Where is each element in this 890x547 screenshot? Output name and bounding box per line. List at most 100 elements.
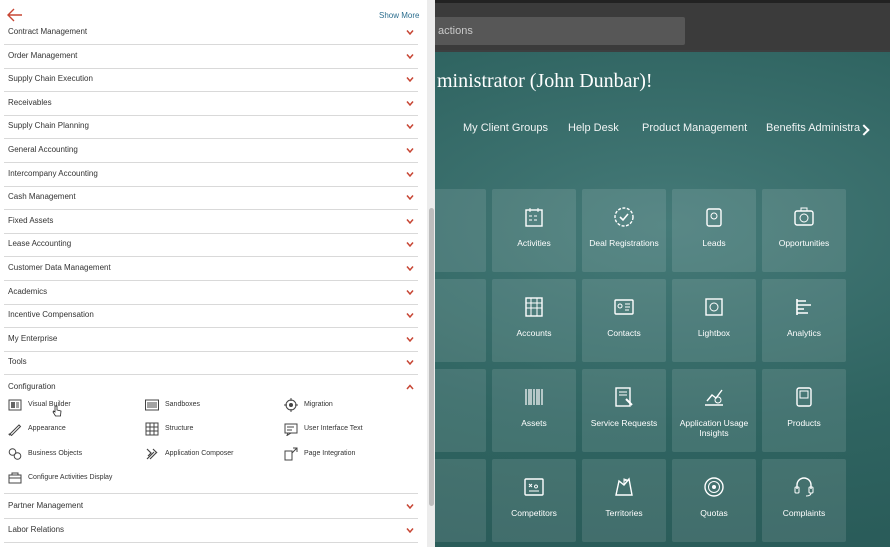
- tile-label: Leads: [702, 238, 726, 248]
- usage-insights-icon: [705, 389, 723, 406]
- territories-icon: [615, 477, 633, 496]
- tab-help-desk[interactable]: Help Desk: [568, 122, 619, 134]
- chevron-down-icon: [406, 266, 414, 271]
- section-label: Configuration: [8, 382, 56, 391]
- tile-usage-insights[interactable]: Application Usage Insights: [672, 369, 756, 452]
- section-label: Order Management: [8, 50, 78, 60]
- section-label: Contract Management: [8, 27, 88, 36]
- accounts-icon: [525, 297, 543, 317]
- contacts-icon: [614, 299, 634, 315]
- tile-assets[interactable]: Assets: [492, 369, 576, 452]
- tile-label: Opportunities: [778, 238, 830, 248]
- section-label: Supply Chain Execution: [8, 74, 93, 84]
- search-input[interactable]: actions: [428, 17, 685, 45]
- tile-label: Application Usage Insights: [679, 418, 749, 438]
- section-incentive-compensation[interactable]: Incentive Compensation: [4, 304, 418, 329]
- section-label: Labor Relations: [8, 525, 65, 534]
- section-label: Incentive Compensation: [8, 310, 94, 320]
- lightbox-icon: [705, 298, 723, 316]
- section-label: Supply Chain Planning: [8, 121, 89, 131]
- activities-icon: [525, 208, 543, 227]
- tile-contacts[interactable]: Contacts: [582, 279, 666, 362]
- drawer-scrollbar-thumb[interactable]: [429, 208, 434, 506]
- nav-tabs: My Client Groups Help Desk Product Manag…: [437, 122, 877, 140]
- tile-opportunities[interactable]: Opportunities: [762, 189, 846, 272]
- application-composer-icon: [146, 448, 158, 460]
- tile-territories[interactable]: Territories: [582, 459, 666, 542]
- section-customer-data-management[interactable]: Customer Data Management: [4, 257, 418, 281]
- section-intercompany-accounting[interactable]: Intercompany Accounting: [4, 163, 418, 187]
- tile-analytics[interactable]: Analytics: [762, 279, 846, 362]
- tile-products[interactable]: Products: [762, 369, 846, 452]
- chevron-down-icon: [406, 528, 414, 533]
- section-labor-relations[interactable]: Labor Relations: [4, 519, 418, 543]
- back-arrow-icon[interactable]: [7, 8, 23, 22]
- section-my-enterprise[interactable]: My Enterprise: [4, 328, 418, 352]
- navigator-drawer: Show More Contract Management Order Manag…: [0, 0, 427, 547]
- link-label: Page Integration: [304, 450, 356, 457]
- tile-label: Lightbox: [697, 328, 731, 338]
- configure-activities-display-icon: [8, 472, 22, 484]
- section-order-management[interactable]: Order Management: [4, 45, 418, 69]
- section-supply-chain-execution[interactable]: Supply Chain Execution: [4, 68, 418, 93]
- tile-label: Accounts: [516, 328, 552, 338]
- chevron-down-icon: [406, 53, 414, 59]
- hand-cursor-icon: [52, 405, 62, 417]
- tile-label: Contacts: [607, 328, 641, 338]
- welcome-heading: ministrator (John Dunbar)!: [437, 70, 653, 92]
- chevron-down-icon: [406, 360, 414, 366]
- tile-accounts[interactable]: Accounts: [492, 279, 576, 362]
- tile-label: Activities: [517, 238, 551, 248]
- service-requests-icon: [615, 387, 633, 407]
- opportunities-icon: [794, 207, 814, 226]
- tile-label: Analytics: [786, 328, 821, 338]
- section-general-accounting[interactable]: General Accounting: [4, 139, 418, 163]
- tile-service-requests[interactable]: Service Requests: [582, 369, 666, 452]
- deal-registrations-icon: [614, 207, 634, 227]
- tile-label: Quotas: [700, 508, 728, 518]
- products-icon: [796, 387, 812, 407]
- migration-icon: [284, 398, 298, 412]
- section-academics[interactable]: Academics: [4, 281, 418, 305]
- chevron-down-icon: [406, 218, 414, 224]
- user-interface-text-icon: [284, 423, 298, 436]
- tile-label: Territories: [605, 508, 643, 518]
- chevron-down-icon: [406, 148, 414, 153]
- tile-label: Service Requests: [590, 418, 658, 428]
- section-label: Fixed Assets: [8, 215, 54, 225]
- section-contract-management[interactable]: Contract Management: [4, 21, 418, 45]
- section-configuration[interactable]: Configuration: [4, 376, 418, 396]
- chevron-down-icon: [406, 504, 414, 509]
- tab-product-management[interactable]: Product Management: [642, 122, 747, 134]
- tile-leads[interactable]: Leads: [672, 189, 756, 272]
- section-tools[interactable]: Tools: [4, 351, 418, 376]
- quotas-icon: [704, 477, 724, 497]
- chevron-down-icon: [406, 336, 414, 342]
- visual-builder-icon: [8, 399, 22, 411]
- tile-label: Products: [787, 418, 821, 428]
- tile-quotas[interactable]: Quotas: [672, 459, 756, 542]
- section-cash-management[interactable]: Cash Management: [4, 186, 418, 211]
- section-supply-chain-planning[interactable]: Supply Chain Planning: [4, 115, 418, 140]
- tab-my-client-groups[interactable]: My Client Groups: [463, 122, 548, 134]
- page-integration-icon: [284, 447, 298, 461]
- business-objects-icon: [8, 448, 22, 460]
- section-label: Customer Data Management: [8, 263, 111, 272]
- section-partner-management[interactable]: Partner Management: [4, 495, 418, 519]
- link-label: Appearance: [28, 425, 66, 432]
- tab-benefits-administration[interactable]: Benefits Administra: [766, 122, 860, 134]
- leads-icon: [706, 208, 722, 227]
- show-more-link[interactable]: Show More: [379, 11, 419, 20]
- complaints-icon: [794, 477, 814, 497]
- section-fixed-assets[interactable]: Fixed Assets: [4, 210, 418, 234]
- structure-icon: [145, 422, 159, 436]
- section-lease-accounting[interactable]: Lease Accounting: [4, 233, 418, 258]
- tile-complaints[interactable]: Complaints: [762, 459, 846, 542]
- tile-competitors[interactable]: Competitors: [492, 459, 576, 542]
- assets-icon: [525, 389, 543, 405]
- tile-activities[interactable]: Activities: [492, 189, 576, 272]
- tile-deal-registrations[interactable]: Deal Registrations: [582, 189, 666, 272]
- tile-lightbox[interactable]: Lightbox: [672, 279, 756, 362]
- chevron-down-icon: [406, 30, 414, 35]
- section-receivables[interactable]: Receivables: [4, 92, 418, 116]
